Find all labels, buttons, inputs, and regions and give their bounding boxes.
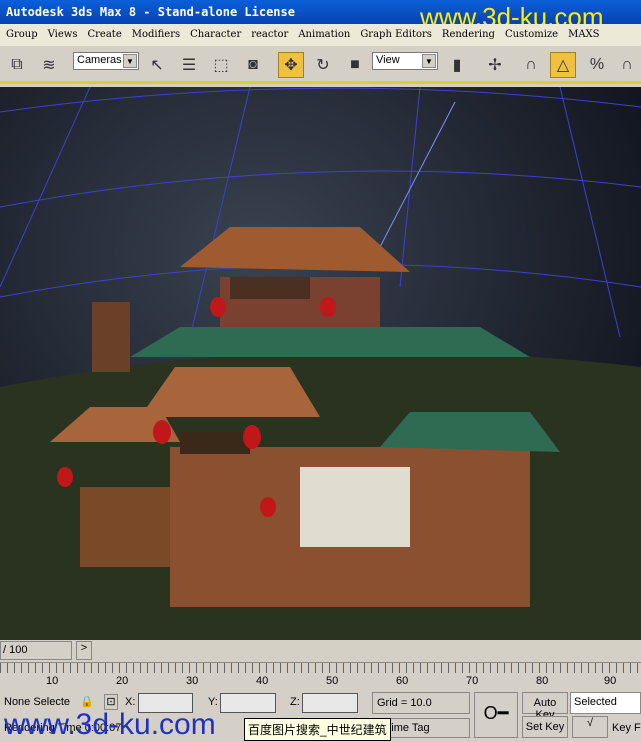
menu-character[interactable]: Character [190, 29, 241, 41]
menu-create[interactable]: Create [88, 29, 122, 41]
set-key-button[interactable]: Set Key [522, 716, 568, 738]
menu-bar: Group Views Create Modifiers Character r… [0, 24, 641, 46]
auto-key-button[interactable]: Auto Key [522, 692, 568, 721]
menu-rendering[interactable]: Rendering [442, 29, 495, 41]
z-label: Z: [290, 696, 300, 708]
rect-selection-icon[interactable]: ⬚ [208, 52, 234, 78]
tick-label: 30 [186, 675, 199, 687]
time-slider[interactable]: / 100 > [0, 640, 641, 662]
link-icon[interactable]: ⧉ [4, 52, 30, 78]
bind-space-warp-icon[interactable]: ≋ [36, 52, 62, 78]
selection-filter-value: Cameras [77, 54, 122, 66]
menu-reactor[interactable]: reactor [251, 29, 288, 41]
menu-modifiers[interactable]: Modifiers [132, 29, 180, 41]
scale-icon[interactable]: ■ [342, 52, 368, 78]
key-filters-button[interactable]: Key F [612, 722, 641, 734]
lock-icon[interactable]: 🔒 [80, 695, 94, 708]
selection-status: None Selecte [4, 696, 71, 708]
select-icon[interactable]: ↖ [144, 52, 170, 78]
tick-label: 70 [466, 675, 479, 687]
chevron-down-icon: ▼ [123, 54, 137, 68]
viewport-scene [0, 87, 641, 640]
tooltip: 百度图片搜索_中世纪建筑 [244, 718, 391, 741]
time-slider-thumb[interactable]: / 100 [0, 641, 72, 660]
tangent-icon[interactable]: √ [572, 716, 608, 738]
z-coordinate-field[interactable] [302, 693, 358, 713]
camera-viewport[interactable] [0, 87, 641, 640]
y-coordinate-field[interactable] [220, 693, 276, 713]
key-icon[interactable]: O━ [474, 692, 518, 738]
tick-label: 90 [604, 675, 617, 687]
tick-label: 20 [116, 675, 129, 687]
x-label: X: [125, 696, 136, 708]
tick-label: 60 [396, 675, 409, 687]
menu-views[interactable]: Views [48, 29, 78, 41]
next-frame-button[interactable]: > [76, 641, 92, 660]
tick-label: 50 [326, 675, 339, 687]
window-crossing-icon[interactable]: ◙ [240, 52, 266, 78]
main-toolbar: ⧉ ≋ Cameras ▼ ↖ ☰ ⬚ ◙ ✥ ↻ ■ View ▼ ▮ ✢ ∩ △… [0, 46, 641, 84]
menu-animation[interactable]: Animation [298, 29, 350, 41]
tick-label: 80 [536, 675, 549, 687]
window-title: Autodesk 3ds Max 8 - Stand-alone License [6, 5, 295, 19]
grid-size: Grid = 10.0 [372, 692, 470, 714]
reference-coord-dropdown[interactable]: View ▼ [372, 52, 438, 70]
menu-graph-editors[interactable]: Graph Editors [360, 29, 432, 41]
watermark-bottom: www.3d-ku.com [4, 708, 216, 741]
reference-coord-value: View [376, 54, 400, 66]
snap-3d-icon[interactable]: ∩ [518, 52, 544, 78]
select-by-name-icon[interactable]: ☰ [176, 52, 202, 78]
y-label: Y: [208, 696, 218, 708]
chevron-down-icon: ▼ [422, 54, 436, 68]
track-bar[interactable]: 10 20 30 40 50 60 70 80 90 [0, 662, 641, 690]
menu-group[interactable]: Group [6, 29, 38, 41]
spinner-snap-icon[interactable]: ∩ [614, 52, 640, 78]
move-icon[interactable]: ✥ [278, 52, 304, 78]
rotate-icon[interactable]: ↻ [310, 52, 336, 78]
manipulate-icon[interactable]: ✢ [482, 52, 508, 78]
percent-snap-icon[interactable]: % [584, 52, 610, 78]
key-mode-dropdown[interactable]: Selected [570, 692, 641, 714]
angle-snap-icon[interactable]: △ [550, 52, 576, 78]
pivot-icon[interactable]: ▮ [444, 52, 470, 78]
selection-filter-dropdown[interactable]: Cameras ▼ [73, 52, 139, 70]
tick-label: 10 [46, 675, 59, 687]
menu-customize[interactable]: Customize [505, 29, 558, 41]
tick-label: 40 [256, 675, 269, 687]
menu-maxscript[interactable]: MAXS [568, 29, 599, 41]
ruler-ticks [0, 663, 641, 673]
